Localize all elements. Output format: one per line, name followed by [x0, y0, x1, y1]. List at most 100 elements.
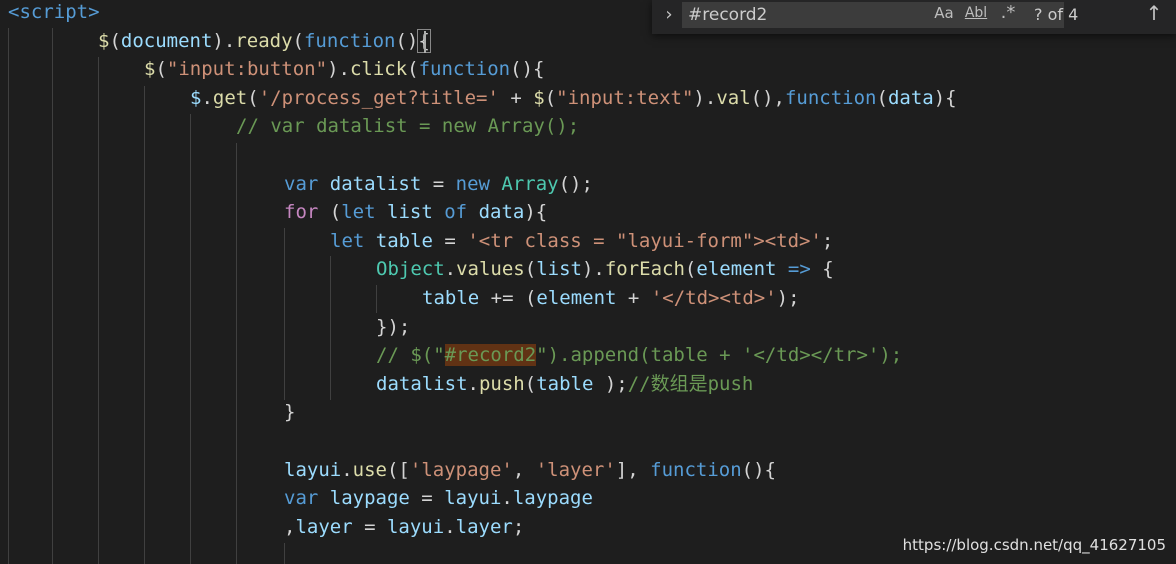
indent-guide [236, 143, 237, 564]
indent-guide [284, 543, 285, 564]
code-token: table [536, 372, 594, 395]
code-token: (), [750, 86, 785, 109]
code-editor[interactable]: <script>$(document).ready(function(){$("… [0, 0, 1176, 564]
code-line[interactable]: for (let list of data){ [284, 198, 547, 227]
code-token: . [444, 258, 457, 281]
code-token: 'layer' [535, 458, 616, 481]
code-token: ( [318, 201, 342, 224]
code-token: layer [295, 515, 353, 538]
code-line[interactable]: ,layer = layui.layer; [284, 513, 524, 542]
code-token: ). [327, 58, 350, 81]
code-token: }); [376, 315, 411, 338]
code-token: // var datalist = new Array(); [236, 115, 580, 138]
code-token: ){ [524, 201, 548, 224]
indent-guide [284, 228, 285, 400]
code-token: ( [524, 258, 537, 281]
code-token: += ( [479, 287, 537, 309]
code-token: = [421, 172, 456, 195]
indent-guide [330, 256, 331, 400]
code-line[interactable]: Object.values(list).forEach(element => { [376, 255, 834, 284]
code-line[interactable]: // var datalist = new Array(); [236, 112, 579, 141]
code-token: function [784, 86, 877, 109]
code-line[interactable]: let table = '<tr class = "layui-form"><t… [330, 227, 833, 256]
code-line[interactable]: <script> [8, 0, 100, 27]
code-token: laypage [512, 487, 593, 510]
code-token: click [349, 58, 408, 81]
code-token: datalist [329, 172, 422, 195]
code-token: $ [144, 58, 156, 81]
code-token: ( [109, 29, 121, 52]
code-token: var [284, 487, 319, 510]
code-line[interactable]: // $("#record2").append(table + '</td></… [376, 341, 902, 370]
code-token: '</td><td>' [650, 287, 777, 309]
code-token: values [456, 258, 525, 281]
code-token: layui [284, 458, 342, 481]
code-token: '<tr class = "layui-form"><td>' [467, 229, 822, 252]
code-token: use [352, 458, 387, 481]
code-token: . [501, 487, 513, 510]
indent-guide [376, 285, 377, 313]
code-token: ready [235, 29, 293, 52]
code-line[interactable]: $("input:button").click(function(){ [144, 55, 544, 84]
code-token: ").append(table + '</td></tr>'); [536, 344, 903, 367]
code-token: ). [693, 86, 717, 109]
code-token: ([ [386, 458, 410, 481]
code-token: $ [533, 86, 545, 109]
code-token: . [467, 372, 479, 395]
code-line[interactable]: } [284, 398, 295, 427]
code-token: 'laypage' [409, 458, 513, 481]
code-token: data [887, 86, 934, 109]
code-token: new [455, 172, 490, 195]
code-token: () [395, 29, 419, 52]
match-whole-word-button[interactable]: Abl [964, 2, 988, 24]
code-token: . [341, 458, 353, 481]
match-case-button[interactable]: Aa [932, 2, 956, 24]
match-count: ? of 4 [1034, 5, 1079, 24]
code-token: Array [501, 172, 559, 195]
indent-guide [190, 114, 191, 564]
code-token: "input:button" [166, 58, 328, 81]
code-line[interactable]: datalist.push(table );//数组是push [376, 370, 753, 399]
code-token: = [409, 487, 445, 510]
toggle-replace-chevron-icon[interactable]: › [660, 2, 678, 28]
code-line[interactable]: $.get('/process_get?title=' + $("input:t… [190, 84, 957, 113]
code-line[interactable]: }); [376, 313, 410, 342]
code-token: of [444, 201, 468, 224]
code-token: ( [684, 258, 697, 281]
code-token: ); [593, 372, 628, 395]
code-token: val [716, 86, 751, 109]
previous-match-arrow-up-icon[interactable]: ↑ [1142, 0, 1166, 26]
code-token: (); [558, 172, 593, 195]
code-token: // $(" [376, 344, 445, 367]
code-token: datalist [376, 372, 468, 395]
indent-guide [52, 28, 53, 564]
code-token: ], [615, 458, 651, 481]
code-token: function [303, 29, 396, 52]
code-token: ( [544, 86, 557, 109]
code-token: table [375, 229, 433, 252]
regex-button[interactable]: .* [996, 2, 1020, 24]
code-token: => [787, 258, 811, 281]
code-token: var [284, 172, 319, 195]
code-line[interactable]: $(document).ready(function(){ [98, 27, 431, 56]
code-token: Object [376, 258, 445, 281]
code-token: } [284, 401, 296, 424]
code-token: ). [212, 29, 236, 52]
code-token: '/process_get?title=' [258, 86, 499, 109]
code-token: table [422, 287, 480, 309]
code-token: = [432, 229, 468, 252]
code-token: function [418, 58, 511, 81]
code-token: ; [821, 229, 834, 252]
code-line[interactable]: var laypage = layui.laypage [284, 484, 593, 513]
code-line[interactable]: var datalist = new Array(); [284, 170, 593, 199]
code-token: data [478, 201, 525, 224]
code-token: for [284, 201, 319, 224]
code-line[interactable]: layui.use(['laypage', 'layer'], function… [284, 456, 776, 485]
code-token: //数组是push [627, 372, 754, 395]
code-token: get [212, 86, 248, 109]
code-line[interactable]: table += (element + '</td><td>'); [422, 284, 800, 313]
